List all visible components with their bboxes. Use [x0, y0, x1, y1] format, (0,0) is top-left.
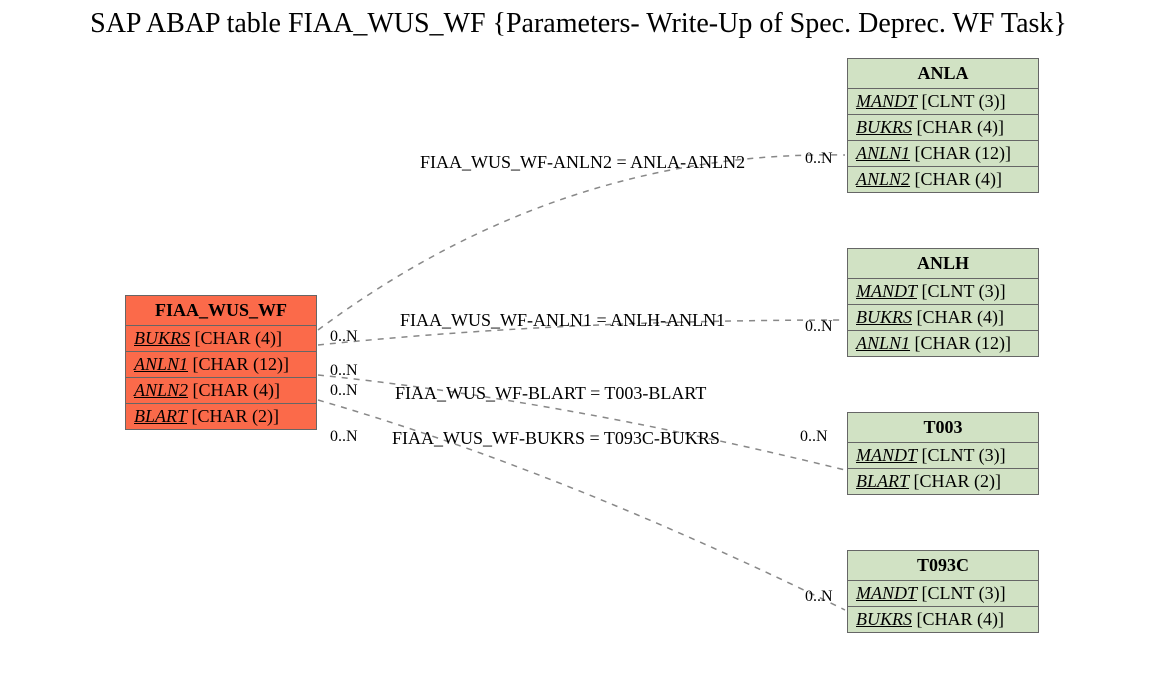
entity-field: BLART [CHAR (2)]	[848, 469, 1038, 494]
field-type: [CHAR (4)]	[917, 609, 1005, 629]
entity-anla: ANLA MANDT [CLNT (3)] BUKRS [CHAR (4)] A…	[847, 58, 1039, 193]
entity-field: MANDT [CLNT (3)]	[848, 279, 1038, 305]
entity-field: ANLN1 [CHAR (12)]	[126, 352, 316, 378]
relationship-label: FIAA_WUS_WF-BLART = T003-BLART	[395, 383, 706, 404]
field-name: MANDT	[856, 281, 917, 301]
entity-field: ANLN2 [CHAR (4)]	[848, 167, 1038, 192]
field-name: ANLN2	[856, 169, 910, 189]
field-name: BLART	[856, 471, 909, 491]
field-name: BUKRS	[856, 117, 912, 137]
entity-field: MANDT [CLNT (3)]	[848, 443, 1038, 469]
cardinality-label: 0..N	[330, 328, 358, 346]
field-name: ANLN1	[134, 354, 188, 374]
entity-header: ANLH	[848, 249, 1038, 279]
field-name: ANLN1	[856, 143, 910, 163]
field-type: [CHAR (2)]	[914, 471, 1002, 491]
field-type: [CHAR (12)]	[915, 143, 1012, 163]
cardinality-label: 0..N	[330, 362, 358, 380]
cardinality-label: 0..N	[330, 428, 358, 446]
entity-fiaa-wus-wf: FIAA_WUS_WF BUKRS [CHAR (4)] ANLN1 [CHAR…	[125, 295, 317, 430]
field-name: MANDT	[856, 445, 917, 465]
entity-anlh: ANLH MANDT [CLNT (3)] BUKRS [CHAR (4)] A…	[847, 248, 1039, 357]
field-type: [CLNT (3)]	[922, 583, 1006, 603]
entity-field: ANLN1 [CHAR (12)]	[848, 141, 1038, 167]
cardinality-label: 0..N	[805, 318, 833, 336]
field-name: BLART	[134, 406, 187, 426]
entity-field: BUKRS [CHAR (4)]	[848, 115, 1038, 141]
page-title: SAP ABAP table FIAA_WUS_WF {Parameters- …	[0, 8, 1157, 40]
field-name: BUKRS	[134, 328, 190, 348]
field-type: [CHAR (12)]	[193, 354, 290, 374]
cardinality-label: 0..N	[330, 382, 358, 400]
field-type: [CHAR (2)]	[192, 406, 280, 426]
entity-field: ANLN1 [CHAR (12)]	[848, 331, 1038, 356]
field-type: [CLNT (3)]	[922, 91, 1006, 111]
field-type: [CHAR (4)]	[917, 307, 1005, 327]
field-name: ANLN2	[134, 380, 188, 400]
entity-t003: T003 MANDT [CLNT (3)] BLART [CHAR (2)]	[847, 412, 1039, 495]
entity-field: MANDT [CLNT (3)]	[848, 581, 1038, 607]
entity-header: T093C	[848, 551, 1038, 581]
entity-field: MANDT [CLNT (3)]	[848, 89, 1038, 115]
entity-t093c: T093C MANDT [CLNT (3)] BUKRS [CHAR (4)]	[847, 550, 1039, 633]
entity-field: BUKRS [CHAR (4)]	[126, 326, 316, 352]
entity-header: ANLA	[848, 59, 1038, 89]
field-name: BUKRS	[856, 307, 912, 327]
field-type: [CLNT (3)]	[922, 281, 1006, 301]
cardinality-label: 0..N	[800, 428, 828, 446]
entity-header: T003	[848, 413, 1038, 443]
field-name: ANLN1	[856, 333, 910, 353]
entity-field: BLART [CHAR (2)]	[126, 404, 316, 429]
entity-field: BUKRS [CHAR (4)]	[848, 305, 1038, 331]
entity-field: BUKRS [CHAR (4)]	[848, 607, 1038, 632]
relationship-label: FIAA_WUS_WF-BUKRS = T093C-BUKRS	[392, 428, 720, 449]
entity-field: ANLN2 [CHAR (4)]	[126, 378, 316, 404]
field-type: [CHAR (4)]	[195, 328, 283, 348]
field-name: MANDT	[856, 583, 917, 603]
field-type: [CHAR (4)]	[917, 117, 1005, 137]
field-type: [CHAR (12)]	[915, 333, 1012, 353]
field-type: [CHAR (4)]	[193, 380, 281, 400]
field-name: BUKRS	[856, 609, 912, 629]
relationship-label: FIAA_WUS_WF-ANLN2 = ANLA-ANLN2	[420, 152, 745, 173]
field-type: [CLNT (3)]	[922, 445, 1006, 465]
cardinality-label: 0..N	[805, 588, 833, 606]
entity-header: FIAA_WUS_WF	[126, 296, 316, 326]
cardinality-label: 0..N	[805, 150, 833, 168]
relationship-label: FIAA_WUS_WF-ANLN1 = ANLH-ANLN1	[400, 310, 725, 331]
field-name: MANDT	[856, 91, 917, 111]
field-type: [CHAR (4)]	[915, 169, 1003, 189]
